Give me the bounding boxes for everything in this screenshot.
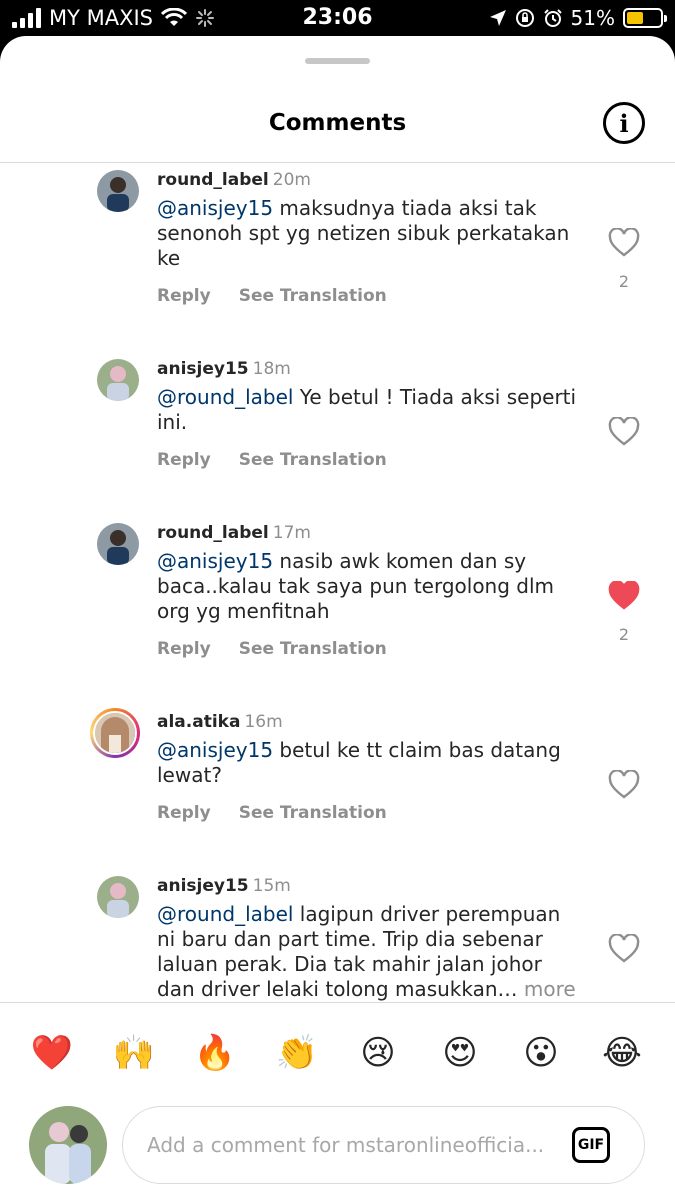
avatar-story-ring[interactable] <box>90 708 140 758</box>
see-translation-button[interactable]: See Translation <box>239 286 387 306</box>
comment-text: @anisjey15 maksudnya tiada aksi tak seno… <box>157 196 577 271</box>
comments-sheet: Comments i round_label 20m @anisjey15 mak… <box>0 36 675 1200</box>
quick-emoji-bar: ❤️ 🙌 🔥 👏 😢 😍 😮 😂 <box>0 1028 675 1078</box>
comment-meta: round_label 20m <box>157 170 311 190</box>
avatar <box>93 711 137 755</box>
emoji-heart-button[interactable]: ❤️ <box>30 1028 74 1078</box>
alarm-icon <box>543 9 562 27</box>
emoji-crying-button[interactable]: 😢 <box>356 1028 400 1078</box>
like-heart-icon[interactable] <box>608 770 640 800</box>
emoji-laughing-button[interactable]: 😂 <box>600 1028 644 1078</box>
emoji-fire-button[interactable]: 🔥 <box>193 1028 237 1078</box>
emoji-heart-eyes-button[interactable]: 😍 <box>438 1028 482 1078</box>
comment-text: @anisjey15 nasib awk komen dan sy baca..… <box>157 549 577 624</box>
sheet-grabber[interactable] <box>305 58 370 64</box>
comment-text: @round_label lagipun driver perempuan ni… <box>157 902 577 1002</box>
mention-link[interactable]: @anisjey15 <box>157 549 273 573</box>
comment-actions: Reply See Translation <box>157 639 415 659</box>
comment-actions: Reply See Translation <box>157 450 415 470</box>
avatar[interactable] <box>97 523 139 565</box>
like-count[interactable]: 2 <box>610 272 638 291</box>
comment-time: 17m <box>272 523 311 543</box>
username[interactable]: ala.atika <box>157 712 240 732</box>
emoji-raised-hands-button[interactable]: 🙌 <box>112 1028 156 1078</box>
gif-button[interactable]: GIF <box>572 1127 610 1163</box>
current-user-avatar <box>29 1106 107 1184</box>
see-translation-button[interactable]: See Translation <box>239 803 387 823</box>
battery-icon <box>623 8 667 28</box>
battery-percent: 51% <box>570 6 615 30</box>
username[interactable]: round_label <box>157 523 269 543</box>
comment-input[interactable]: Add a comment for mstaronlineofficia... … <box>122 1106 645 1184</box>
comment-meta: anisjey15 18m <box>157 359 291 379</box>
comment-input-placeholder: Add a comment for mstaronlineofficia... <box>147 1133 545 1157</box>
username[interactable]: round_label <box>157 170 269 190</box>
reply-button[interactable]: Reply <box>157 450 211 470</box>
like-count[interactable]: 2 <box>610 625 638 644</box>
avatar[interactable] <box>97 170 139 212</box>
comment-time: 20m <box>272 170 311 190</box>
comment-meta: anisjey15 15m <box>157 876 291 896</box>
reply-button[interactable]: Reply <box>157 639 211 659</box>
avatar[interactable] <box>97 876 139 918</box>
mention-link[interactable]: @round_label <box>157 385 293 409</box>
more-link[interactable]: more <box>518 977 576 1001</box>
status-right: 51% <box>489 6 667 30</box>
see-translation-button[interactable]: See Translation <box>239 450 387 470</box>
username[interactable]: anisjey15 <box>157 359 249 379</box>
comment-actions: Reply See Translation <box>157 286 415 306</box>
page-title: Comments <box>268 110 407 136</box>
comment-text: @anisjey15 betul ke tt claim bas datang … <box>157 738 577 788</box>
username[interactable]: anisjey15 <box>157 876 249 896</box>
comment-meta: ala.atika 16m <box>157 712 283 732</box>
status-bar: MY MAXIS 23:06 51% <box>0 0 675 38</box>
mention-link[interactable]: @anisjey15 <box>157 196 273 220</box>
location-arrow-icon <box>489 10 506 26</box>
like-heart-icon[interactable] <box>608 228 640 258</box>
header-divider <box>0 162 675 163</box>
liked-heart-icon[interactable] <box>608 581 640 611</box>
like-heart-icon[interactable] <box>608 934 640 964</box>
comment-meta: round_label 17m <box>157 523 311 543</box>
mention-link[interactable]: @round_label <box>157 902 293 926</box>
info-icon[interactable]: i <box>603 102 645 144</box>
reply-button[interactable]: Reply <box>157 286 211 306</box>
emoji-clap-button[interactable]: 👏 <box>275 1028 319 1078</box>
orientation-lock-icon <box>515 9 534 27</box>
reply-button[interactable]: Reply <box>157 803 211 823</box>
comment-text: @round_label Ye betul ! Tiada aksi seper… <box>157 385 577 435</box>
avatar[interactable] <box>97 359 139 401</box>
like-heart-icon[interactable] <box>608 417 640 447</box>
mention-link[interactable]: @anisjey15 <box>157 738 273 762</box>
emoji-surprised-button[interactable]: 😮 <box>519 1028 563 1078</box>
see-translation-button[interactable]: See Translation <box>239 639 387 659</box>
comment-time: 16m <box>244 712 283 732</box>
comment-time: 15m <box>252 876 291 896</box>
comment-time: 18m <box>252 359 291 379</box>
comment-actions: Reply See Translation <box>157 803 415 823</box>
